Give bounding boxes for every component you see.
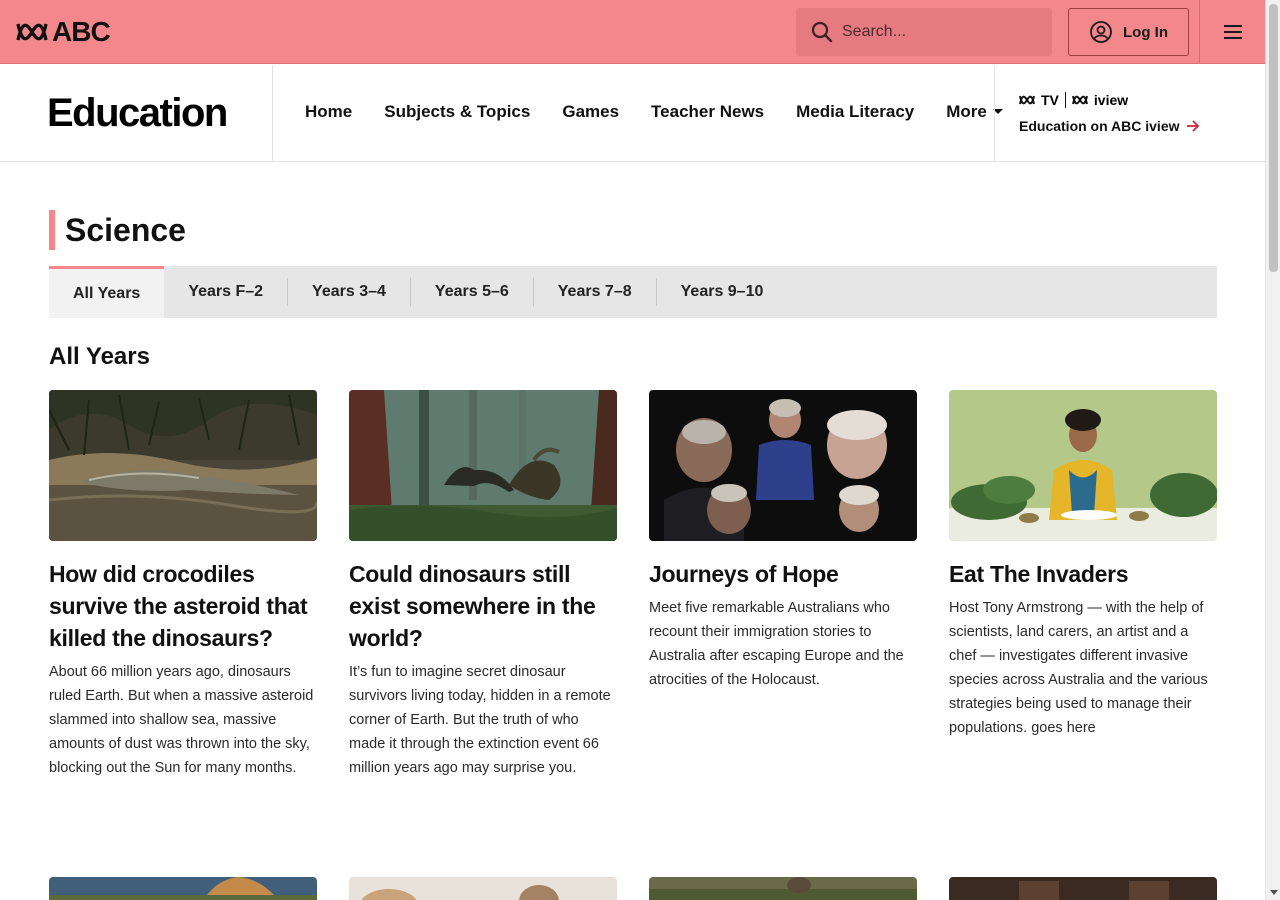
education-header: Education Home Subjects & Topics Games T… <box>0 65 1265 162</box>
arrow-right-icon <box>1186 120 1199 132</box>
card-image-journeys-of-hope[interactable] <box>649 390 917 541</box>
login-button[interactable]: Log In <box>1068 8 1189 56</box>
abc-lissajous-icon <box>1019 95 1035 105</box>
page-title: Science <box>65 211 186 248</box>
card-title[interactable]: Journeys of Hope <box>649 558 917 590</box>
search-icon <box>811 21 833 43</box>
year-tabs: All Years Years F–2 Years 3–4 Years 5–6 … <box>49 266 1217 318</box>
menu-divider <box>1199 0 1200 64</box>
nav-teacher-news[interactable]: Teacher News <box>651 102 764 122</box>
iview-logos: TV iview <box>1019 92 1200 108</box>
card-image-peek[interactable] <box>649 877 917 900</box>
nav-media-literacy[interactable]: Media Literacy <box>796 102 914 122</box>
card-image-dinosaurs[interactable] <box>349 390 617 541</box>
abc-logo-text: ABC <box>52 16 111 47</box>
divider <box>994 65 995 161</box>
tab-years-9-10[interactable]: Years 9–10 <box>657 266 788 318</box>
card-title[interactable]: How did crocodiles survive the asteroid … <box>49 558 317 654</box>
search-input[interactable] <box>842 23 1032 41</box>
login-label: Log In <box>1123 23 1168 41</box>
search-box[interactable] <box>796 8 1052 56</box>
education-title[interactable]: Education <box>47 91 228 136</box>
card-image-crocodile[interactable] <box>49 390 317 541</box>
content-card[interactable]: Could dinosaurs still exist somewhere in… <box>349 390 617 780</box>
nav-games[interactable]: Games <box>562 102 619 122</box>
section-title: All Years <box>49 343 150 370</box>
abc-logo[interactable]: ABC <box>16 16 111 47</box>
nav-home[interactable]: Home <box>305 102 352 122</box>
card-title[interactable]: Could dinosaurs still exist somewhere in… <box>349 558 617 654</box>
iview-link-label: Education on ABC iview <box>1019 118 1180 134</box>
iview-promo[interactable]: TV iview Education on ABC iview <box>1019 92 1200 134</box>
tab-years-7-8[interactable]: Years 7–8 <box>534 266 656 318</box>
tab-years-f-2[interactable]: Years F–2 <box>164 266 287 318</box>
card-image-peek[interactable] <box>349 877 617 900</box>
card-image-eat-the-invaders[interactable] <box>949 390 1217 541</box>
content-card[interactable]: How did crocodiles survive the asteroid … <box>49 390 317 780</box>
nav-more-label: More <box>946 102 987 121</box>
education-nav: Home Subjects & Topics Games Teacher New… <box>305 102 1003 122</box>
card-description: It’s fun to imagine secret dinosaur surv… <box>349 664 611 776</box>
content-card[interactable]: Eat The Invaders Host Tony Armstrong — w… <box>949 390 1217 740</box>
abc-lissajous-icon <box>1071 95 1088 105</box>
tab-years-5-6[interactable]: Years 5–6 <box>411 266 533 318</box>
hamburger-icon <box>1224 25 1242 39</box>
card-description: Meet five remarkable Australians who rec… <box>649 600 904 688</box>
page-scrollbar[interactable] <box>1265 0 1280 900</box>
heading-accent <box>49 210 55 250</box>
tab-all-years[interactable]: All Years <box>49 266 165 318</box>
abc-iview-logo-text: iview <box>1093 92 1129 108</box>
card-description: Host Tony Armstrong — with the help of s… <box>949 600 1208 736</box>
card-image-peek[interactable] <box>949 877 1217 900</box>
user-icon <box>1090 21 1112 43</box>
scrollbar-thumb[interactable] <box>1269 4 1278 272</box>
hamburger-menu-button[interactable] <box>1214 22 1252 42</box>
page-heading: Science <box>49 210 186 250</box>
tab-years-3-4[interactable]: Years 3–4 <box>288 266 410 318</box>
scroll-down-arrow-icon[interactable] <box>1270 890 1278 895</box>
top-bar: ABC Log In <box>0 0 1265 64</box>
nav-subjects-topics[interactable]: Subjects & Topics <box>384 102 530 122</box>
logo-divider <box>1064 92 1066 108</box>
divider <box>272 65 273 161</box>
iview-link[interactable]: Education on ABC iview <box>1019 118 1200 134</box>
abc-lissajous-icon <box>16 23 48 41</box>
card-description: About 66 million years ago, dinosaurs ru… <box>49 664 314 776</box>
abc-tv-logo-text: TV <box>1041 92 1059 108</box>
card-title[interactable]: Eat The Invaders <box>949 558 1217 590</box>
card-image-peek[interactable] <box>49 877 317 900</box>
content-card[interactable]: Journeys of Hope Meet five remarkable Au… <box>649 390 917 692</box>
